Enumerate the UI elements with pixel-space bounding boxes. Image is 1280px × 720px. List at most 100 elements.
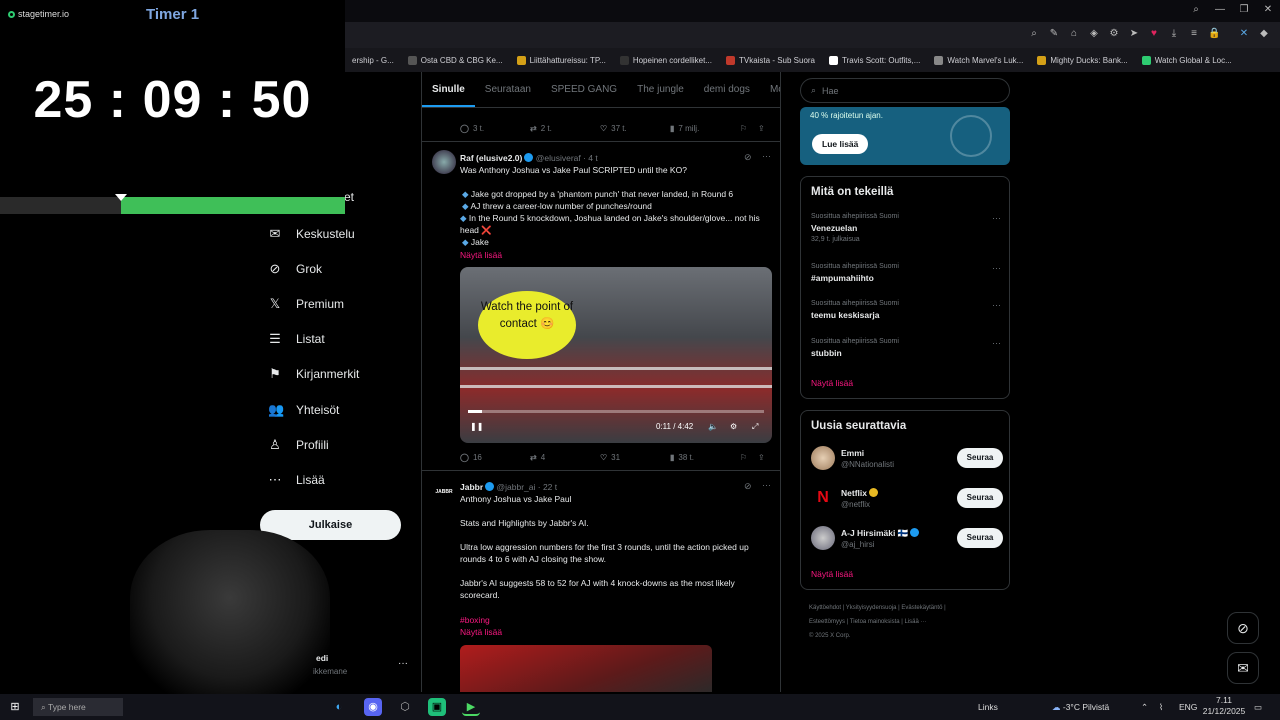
like-button[interactable]: ♡ 31 xyxy=(600,453,670,462)
like-button[interactable]: ♡ 37 t. xyxy=(600,124,670,133)
trend-item[interactable]: Suosittua aihepiirissä Suomi #ampumahiiht… xyxy=(811,263,1001,283)
tab-the-jungle[interactable]: The jungle xyxy=(627,72,694,107)
tab-speed-gang[interactable]: SPEED GANG xyxy=(541,72,627,107)
home-icon[interactable]: ⌂ xyxy=(1068,28,1080,40)
search-input[interactable]: Hae xyxy=(822,86,839,96)
trend-more-icon[interactable]: ··· xyxy=(992,213,1001,223)
clock[interactable]: 7.11 21/12/2025 xyxy=(1202,695,1246,719)
account-more-icon[interactable]: ··· xyxy=(398,658,408,669)
search-bar[interactable]: ⌕ Hae xyxy=(800,78,1010,103)
pause-icon[interactable]: ❚❚ xyxy=(470,422,483,431)
heart-icon[interactable]: ♥ xyxy=(1148,28,1160,40)
trend-more-icon[interactable]: ··· xyxy=(992,263,1001,273)
trend-more-icon[interactable]: ··· xyxy=(992,338,1001,348)
share-icon[interactable]: ⇪ xyxy=(758,124,765,133)
follow-button[interactable]: Seuraa xyxy=(957,488,1003,508)
follow-suggestion[interactable]: N Netflix @netflix Seuraa xyxy=(811,486,1003,514)
trend-more-icon[interactable]: ··· xyxy=(992,300,1001,310)
weather-widget[interactable]: ☁ -3°C Pilvistä xyxy=(1052,698,1109,716)
settings-icon[interactable]: ⚙ xyxy=(730,422,737,431)
post-more-icon[interactable]: ··· xyxy=(762,480,771,490)
post-handle[interactable]: @elusiveraf · 4 t xyxy=(536,153,598,163)
translate-icon[interactable]: ✕ xyxy=(1238,28,1250,40)
avatar[interactable] xyxy=(432,150,456,174)
reply-button[interactable]: ◯ 3 t. xyxy=(460,124,530,133)
tab-demi-dogs[interactable]: demi dogs xyxy=(694,72,760,107)
share-icon[interactable]: ⇪ xyxy=(758,453,765,462)
maximize-icon[interactable]: ❐ xyxy=(1238,4,1250,16)
post-author[interactable]: Raf (elusive2.0) xyxy=(460,153,522,163)
trend-item[interactable]: Suosittua aihepiirissä Suomi teemu keskis… xyxy=(811,300,1001,320)
bookmark-icon[interactable]: ⚐ xyxy=(740,453,758,462)
minimize-icon[interactable]: — xyxy=(1214,4,1226,16)
nav-item-grok[interactable]: ⊘ Grok xyxy=(268,261,322,277)
follow-suggestion[interactable]: A-J Hirsimäki 🇫🇮 @aj_hirsi Seuraa xyxy=(811,526,1003,554)
language-indicator[interactable]: ENG xyxy=(1179,698,1197,716)
grok-icon[interactable]: ⊘ xyxy=(744,152,752,163)
show-more-link[interactable]: Näytä lisää xyxy=(811,569,853,579)
nav-item-bookmarks[interactable]: ⚑ Kirjanmerkit xyxy=(268,366,359,382)
nav-item-lists[interactable]: ☰ Listat xyxy=(268,331,325,347)
bookmark-icon[interactable]: ⚐ xyxy=(740,124,758,133)
app-icon[interactable]: ⬡ xyxy=(396,698,414,716)
follow-suggestion[interactable]: Emmi @NNationalisti Seuraa xyxy=(811,446,1003,474)
volume-icon[interactable]: 🔈 xyxy=(708,422,718,431)
fullscreen-icon[interactable]: ⤢ xyxy=(752,422,758,432)
video-progress[interactable] xyxy=(468,410,764,413)
edit-icon[interactable]: ✎ xyxy=(1048,28,1060,40)
follow-button[interactable]: Seuraa xyxy=(957,448,1003,468)
links-toolbar[interactable]: Links xyxy=(978,698,998,716)
trend-item[interactable]: Suosittua aihepiirissä Suomi Venezuelan 32… xyxy=(811,213,1001,243)
discord-icon[interactable]: ◉ xyxy=(364,698,382,716)
nav-item-messages[interactable]: ✉ Keskustelu xyxy=(268,226,355,242)
bookmark-item[interactable]: Mighty Ducks: Bank... xyxy=(1030,55,1134,65)
network-icon[interactable]: ⌇ xyxy=(1159,698,1163,716)
trend-item[interactable]: Suosittua aihepiirissä Suomi stubbin ··· xyxy=(811,338,1001,358)
views-button[interactable]: ▮ 38 t. xyxy=(670,453,740,462)
footer-row[interactable]: Esteettömyys | Tietoa mainoksista | Lisä… xyxy=(809,615,1009,629)
reply-button[interactable]: ◯ 16 xyxy=(460,453,530,462)
messages-fab-icon[interactable]: ✉ xyxy=(1227,652,1259,684)
hashtag-link[interactable]: #boxing xyxy=(460,614,772,626)
tab-for-you[interactable]: Sinulle xyxy=(422,72,475,107)
views-button[interactable]: ▮ 7 milj. xyxy=(670,124,740,133)
bookmark-item[interactable]: Osta CBD & CBG Ke... xyxy=(401,55,510,65)
close-icon[interactable]: ✕ xyxy=(1262,4,1274,16)
windows-start-icon[interactable]: ⊞ xyxy=(6,698,24,716)
notifications-icon[interactable]: ▭ xyxy=(1254,698,1262,716)
post-handle[interactable]: @jabbr_ai · 22 t xyxy=(497,482,558,492)
show-more-link[interactable]: Näytä lisää xyxy=(811,378,853,388)
follow-button[interactable]: Seuraa xyxy=(957,528,1003,548)
tab-mcdonal[interactable]: McDonal xyxy=(760,72,780,107)
repost-button[interactable]: ⇄ 2 t. xyxy=(530,124,600,133)
account-name[interactable]: edi xyxy=(316,653,328,663)
post-media-thumbnail[interactable] xyxy=(460,645,712,692)
search-icon[interactable]: ⌕ xyxy=(1028,28,1040,40)
avatar[interactable] xyxy=(811,446,835,470)
post-more-icon[interactable]: ··· xyxy=(762,151,771,161)
lock-icon[interactable]: 🔒 xyxy=(1208,28,1220,40)
bookmark-item[interactable]: TVkaista - Sub Suora xyxy=(719,55,822,65)
bookmark-item[interactable]: ership - G... xyxy=(345,56,401,65)
bookmark-item[interactable]: Hopeinen cordelliket... xyxy=(613,55,719,65)
extension-icon[interactable]: ⚙ xyxy=(1108,28,1120,40)
show-more-link[interactable]: Näytä lisää xyxy=(460,249,772,261)
footer-row[interactable]: Käyttöehdot | Yksityisyydensuoja | Eväst… xyxy=(809,601,1009,615)
menu-icon[interactable]: ≡ xyxy=(1188,28,1200,40)
nav-item-communities[interactable]: 👥 Yhteisöt xyxy=(268,402,339,418)
post-author[interactable]: Jabbr xyxy=(460,482,483,492)
tab-following[interactable]: Seurataan xyxy=(475,72,541,107)
shield-icon[interactable]: ◈ xyxy=(1088,28,1100,40)
taskbar-search[interactable]: ⌕ Type here xyxy=(33,698,123,716)
cube-icon[interactable]: ◆ xyxy=(1258,28,1270,40)
bookmark-item[interactable]: Travis Scott: Outfits,... xyxy=(822,55,927,65)
avatar[interactable] xyxy=(811,526,835,550)
show-more-link[interactable]: Näytä lisää xyxy=(460,626,772,638)
bookmark-item[interactable]: Watch Global & Loc... xyxy=(1135,55,1239,65)
search-icon[interactable]: ⌕ xyxy=(1190,4,1202,16)
chevron-up-icon[interactable]: ⌃ xyxy=(1141,698,1148,716)
nav-item-profile[interactable]: ♙ Profiili xyxy=(268,437,329,453)
repost-button[interactable]: ⇄ 4 xyxy=(530,453,600,462)
netflix-logo-icon[interactable]: N xyxy=(811,486,835,510)
bookmark-item[interactable]: Liittähattureissu: TP... xyxy=(510,55,613,65)
